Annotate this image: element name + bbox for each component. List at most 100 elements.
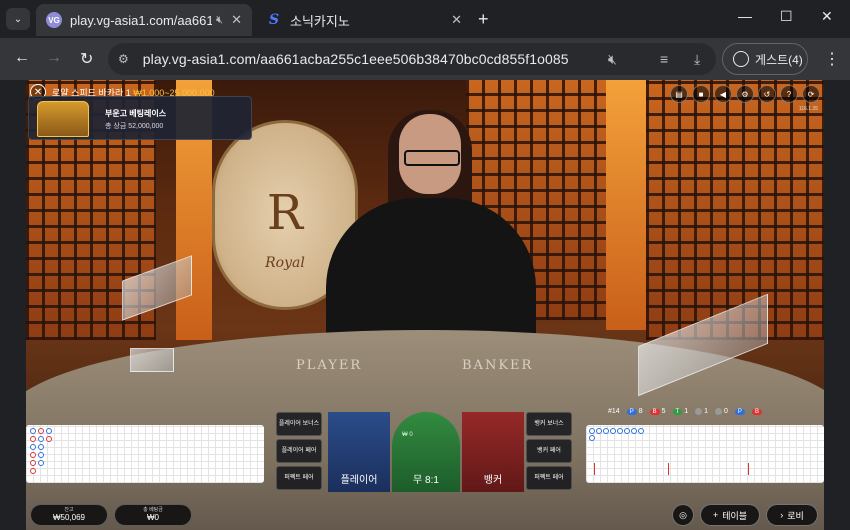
tie-bet[interactable]: ₩ 0 무 8:1 (392, 412, 460, 492)
settings-icon[interactable]: ⚙ (736, 85, 754, 103)
road-dot (30, 428, 36, 434)
forward-icon[interactable]: → (46, 49, 62, 67)
minimize-icon[interactable]: — (738, 8, 752, 24)
road-dot (603, 428, 609, 434)
dealer (326, 198, 536, 348)
road-mark (594, 463, 595, 475)
reload-icon[interactable]: ↻ (80, 49, 93, 69)
perfect-pair-bet[interactable]: 퍼펙트 페어 (526, 466, 572, 490)
player-pair-bet[interactable]: 플레이어 페어 (276, 439, 322, 463)
balance-display: 잔고 ₩50,069 (30, 504, 108, 526)
road-dot (30, 468, 36, 474)
lattice-decor (646, 80, 824, 340)
browser-menu-icon[interactable]: ⋮ (824, 49, 840, 69)
banker-bet-label: 뱅커 (483, 475, 503, 486)
player-bet[interactable]: 플레이어 (328, 412, 390, 492)
bead-road[interactable] (26, 425, 264, 483)
tab-close-icon[interactable]: ✕ (451, 12, 462, 28)
road-dot (30, 436, 36, 442)
download-icon[interactable]: ⤓ (694, 43, 700, 75)
lobby-arrow-icon: › (780, 510, 784, 520)
treasure-chest-icon (37, 101, 89, 137)
url-text: play.vg-asia1.com/aa661acba255c1eee506b3… (142, 51, 569, 67)
history-icon[interactable]: ↺ (758, 85, 776, 103)
road-dot (38, 428, 44, 434)
road-dot (46, 436, 52, 442)
total-bet-value: ₩0 (147, 513, 159, 522)
address-bar[interactable]: ⚙ play.vg-asia1.com/aa661acba255c1eee506… (108, 43, 716, 75)
game-viewport: R Royal PLAYER BANKER ✕ 로얄 스피드 바카라 1 ₩1,… (26, 80, 824, 530)
plus-icon: + (712, 510, 719, 520)
chip-stack-icon: ◎ (679, 509, 687, 520)
road-dot (624, 428, 630, 434)
profile-avatar-icon (733, 51, 749, 67)
either-pair-bet[interactable]: 퍼펙트 페어 (276, 466, 322, 490)
road-dot (631, 428, 637, 434)
tab-muted-icon[interactable]: 🔇︎ (216, 14, 223, 27)
banker-predict[interactable]: B (751, 408, 762, 415)
road-dot (617, 428, 623, 434)
road-dot (38, 436, 44, 442)
road-dot (638, 428, 644, 434)
lobby-button[interactable]: › 로비 (766, 504, 818, 526)
lobby-label: 로비 (787, 510, 804, 521)
balance-value: ₩50,069 (52, 513, 86, 522)
promo-banner[interactable]: 부운고 베팅레이스 총 상금 52,000,000 (28, 96, 252, 140)
sound-icon[interactable]: ◀ (714, 85, 732, 103)
tab-active[interactable]: VG play.vg-asia1.com/aa661ac 🔇︎ ✕ (36, 4, 252, 36)
road-dot (610, 428, 616, 434)
help-icon[interactable]: ? (780, 85, 798, 103)
tie-amount: ₩ 0 (402, 432, 413, 438)
player-pair-count: 1 (695, 408, 708, 415)
video-icon[interactable]: ■ (692, 85, 710, 103)
big-road[interactable] (586, 425, 824, 483)
site-info-icon[interactable]: ⚙ (118, 52, 129, 66)
road-dot (30, 460, 36, 466)
card-tray (130, 348, 174, 372)
road-dot (589, 435, 595, 441)
tab-title: 소닉카지노 (290, 13, 350, 29)
player-bonus-bet[interactable]: 플레이어 보너스 (276, 412, 322, 436)
road-dot (30, 444, 36, 450)
muted-site-icon[interactable]: 🔇︎ (608, 43, 617, 75)
tie-count: T1 (672, 408, 688, 415)
round-stats: #14 P8 B5 T1 1 0 P B (608, 408, 762, 415)
maximize-icon[interactable]: ☐ (780, 8, 793, 25)
banker-bonus-bet[interactable]: 뱅커 보너스 (526, 412, 572, 436)
emblem-letter: R (266, 185, 304, 241)
tab-inactive[interactable]: S 소닉카지노 ✕ (256, 4, 472, 36)
road-dot (38, 460, 44, 466)
tab-favicon-icon: S (268, 12, 280, 28)
fullscreen-icon[interactable]: ⟳ (802, 85, 820, 103)
tab-close-icon[interactable]: ✕ (231, 12, 242, 28)
media-controls-icon[interactable]: ≡ (660, 43, 668, 75)
chat-icon[interactable]: ▤ (670, 85, 688, 103)
banker-count: B5 (649, 408, 666, 415)
player-predict[interactable]: P (734, 408, 745, 415)
banker-bet[interactable]: 뱅커 (462, 412, 524, 492)
road-mark (748, 463, 749, 475)
road-dot (596, 428, 602, 434)
round-number: #14 (608, 408, 620, 415)
window-close-icon[interactable]: ✕ (821, 8, 833, 25)
profile-button[interactable]: 게스트(4) (722, 43, 808, 75)
tables-label: 테이블 (722, 510, 748, 521)
tables-button[interactable]: + 테이블 (700, 504, 760, 526)
felt-player-label: PLAYER (296, 358, 363, 373)
chip-stack-button[interactable]: ◎ (672, 504, 694, 526)
profile-label: 게스트(4) (755, 52, 803, 67)
dealer-glasses (404, 150, 460, 166)
tab-search-button[interactable]: ⌄ (6, 8, 30, 30)
new-tab-icon[interactable]: + (478, 9, 489, 30)
betting-area: 플레이어 보너스 플레이어 페어 퍼펙트 페어 플레이어 ₩ 0 무 8:1 뱅… (276, 412, 574, 492)
tie-bet-label: 무 8:1 (413, 475, 439, 486)
tab-title: play.vg-asia1.com/aa661ac (70, 12, 213, 28)
game-controls: ▤ ■ ◀ ⚙ ↺ ? ⟳ (670, 85, 820, 103)
banker-pair-bet[interactable]: 뱅커 페어 (526, 439, 572, 463)
road-dot (38, 444, 44, 450)
connection-info: 116.1.35 (798, 106, 818, 112)
road-dot (30, 452, 36, 458)
back-icon[interactable]: ← (14, 49, 30, 67)
road-dot (38, 452, 44, 458)
road-dot (589, 428, 595, 434)
